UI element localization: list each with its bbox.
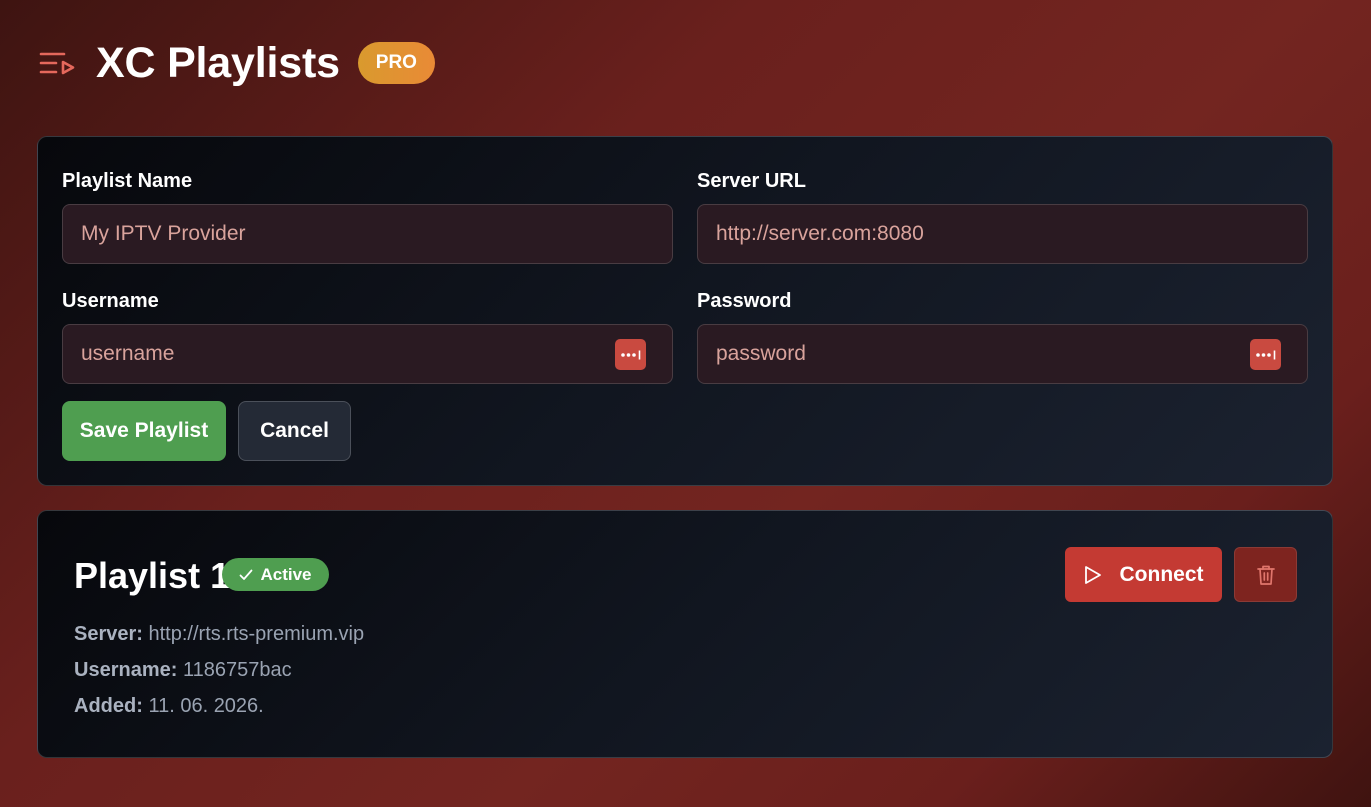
server-url-placeholder: http://server.com:8080 <box>716 222 924 245</box>
status-badge: Active <box>222 558 329 591</box>
username-label: Username <box>62 290 159 312</box>
server-info-value: http://rts.rts-premium.vip <box>148 623 365 645</box>
cancel-button[interactable]: Cancel <box>238 401 351 461</box>
username-info: Username: 1186757bac <box>74 659 292 682</box>
playlist-title: Playlist 1 <box>74 555 231 596</box>
check-icon <box>240 569 253 580</box>
username-field: Username username <box>62 290 673 384</box>
server-url-field: Server URL http://server.com:8080 <box>697 170 1308 264</box>
username-info-label: Username: <box>74 659 178 681</box>
server-url-input[interactable]: http://server.com:8080 <box>697 204 1308 264</box>
playlist-card: Playlist 1 Active Connect Server: http:/… <box>37 510 1333 758</box>
added-info: Added: 11. 06. 2026. <box>74 695 264 718</box>
pro-badge: PRO <box>357 42 435 84</box>
connect-button[interactable]: Connect <box>1065 547 1222 602</box>
username-placeholder: username <box>81 342 175 365</box>
password-dots-icon[interactable] <box>615 339 646 370</box>
password-label: Password <box>697 290 792 312</box>
playlist-form: Playlist Name My IPTV Provider Server UR… <box>37 136 1333 486</box>
status-text: Active <box>260 564 312 584</box>
added-info-label: Added: <box>74 695 143 717</box>
connect-label: Connect <box>1119 562 1204 586</box>
playlist-name-placeholder: My IPTV Provider <box>81 222 246 245</box>
added-info-value: 11. 06. 2026. <box>148 695 264 717</box>
delete-button[interactable] <box>1234 547 1297 602</box>
app-title: XC Playlists <box>96 38 340 87</box>
app-header: XC Playlists PRO <box>38 38 435 88</box>
server-info: Server: http://rts.rts-premium.vip <box>74 623 364 646</box>
password-placeholder: password <box>716 342 806 365</box>
password-input[interactable]: password <box>697 324 1308 384</box>
username-info-value: 1186757bac <box>182 659 292 681</box>
playlist-icon[interactable] <box>38 47 78 79</box>
playlist-name-field: Playlist Name My IPTV Provider <box>62 170 673 264</box>
save-playlist-button[interactable]: Save Playlist <box>62 401 226 461</box>
server-info-label: Server: <box>74 623 143 645</box>
trash-icon <box>1256 565 1275 585</box>
playlist-name-input[interactable]: My IPTV Provider <box>62 204 673 264</box>
password-field: Password password <box>697 290 1308 384</box>
username-input[interactable]: username <box>62 324 673 384</box>
server-url-label: Server URL <box>697 170 806 192</box>
playlist-name-label: Playlist Name <box>62 170 193 192</box>
password-dots-icon[interactable] <box>1250 339 1281 370</box>
play-icon <box>1084 565 1101 584</box>
